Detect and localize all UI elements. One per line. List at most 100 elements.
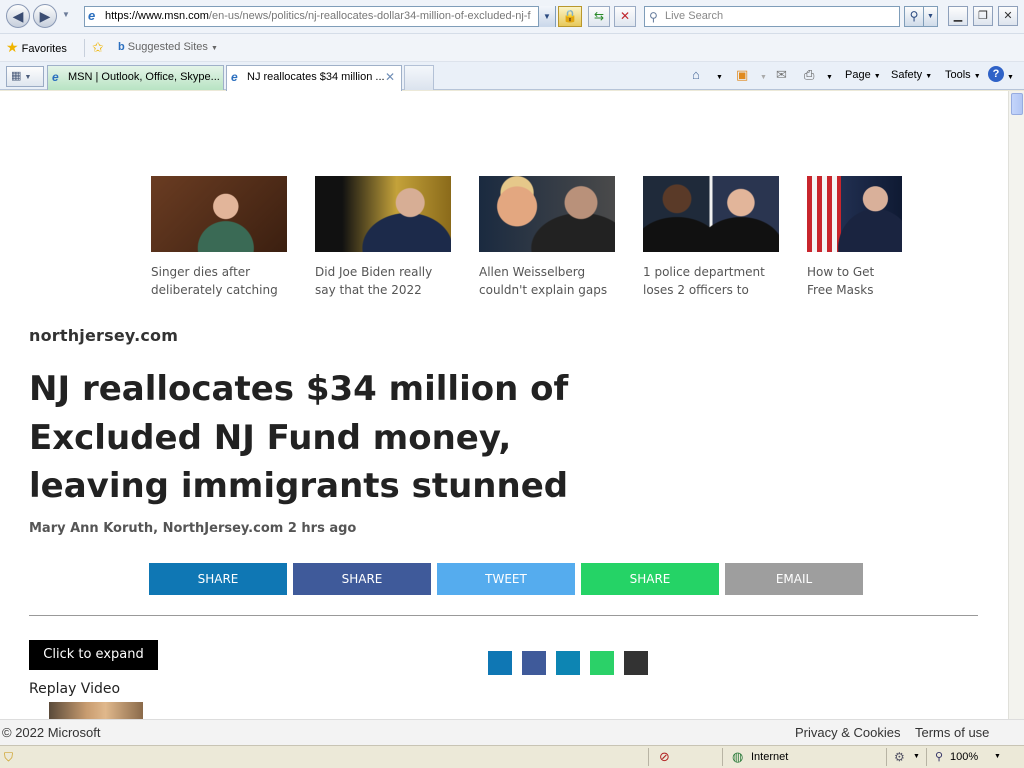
zoom-level[interactable]: 100% — [950, 746, 978, 768]
email-button[interactable]: EMAIL — [725, 563, 863, 595]
article-byline: Mary Ann Koruth, NorthJersey.com 2 hrs a… — [29, 521, 357, 536]
dropdown-icon: ▼ — [210, 45, 218, 52]
favorites-label: Favorites — [21, 43, 67, 55]
ie-tab-icon: e — [52, 70, 59, 84]
divider — [648, 748, 649, 766]
restore-button[interactable]: ❐ — [973, 6, 993, 26]
feeds-dropdown-icon[interactable]: ▼ — [760, 71, 767, 85]
share-square-facebook-icon[interactable] — [522, 651, 546, 675]
forward-button[interactable]: ▶ — [33, 4, 57, 28]
replay-video-link[interactable]: Replay Video — [29, 681, 120, 697]
scrollbar-thumb[interactable] — [1011, 93, 1023, 115]
status-bar: ⛉ ⊘ ◍ Internet ⚙ ▼ ⚲ 100% ▼ — [0, 745, 1024, 768]
copyright-text: © 2022 Microsoft — [2, 725, 101, 740]
trending-caption: Allen Weisselberg couldn't explain gaps — [479, 265, 608, 297]
quick-tabs-button[interactable]: ▦ ▼ — [6, 66, 44, 87]
zoom-dropdown-icon[interactable]: ▼ — [994, 746, 1001, 768]
trending-card[interactable]: Allen Weisselberg couldn't explain gaps — [479, 176, 615, 299]
help-dropdown-icon[interactable]: ▼ — [1007, 71, 1014, 85]
address-dropdown-button[interactable]: ▼ — [538, 6, 555, 27]
forward-arrow-icon: ▶ — [39, 8, 51, 24]
feeds-icon[interactable]: ▣ — [736, 67, 748, 83]
tab-msn[interactable]: e MSN | Outlook, Office, Skype... — [47, 65, 224, 90]
favorites-button[interactable]: ★ Favorites — [6, 40, 67, 56]
url-protocol: https://www. — [105, 10, 165, 22]
dropdown-icon: ▼ — [24, 74, 32, 81]
search-input[interactable]: ⚲ Live Search — [644, 6, 900, 27]
share-square-email-icon[interactable] — [624, 651, 648, 675]
security-lock-icon[interactable]: 🔒 — [558, 6, 582, 27]
ie-tab-icon: e — [231, 70, 238, 84]
dropdown-icon: ▼ — [925, 73, 933, 80]
privacy-link[interactable]: Privacy & Cookies — [795, 720, 900, 746]
page-menu[interactable]: Page ▼ — [845, 68, 881, 84]
address-bar[interactable]: e https://www.msn.com/en-us/news/politic… — [84, 6, 556, 27]
popup-blocked-icon[interactable]: ⊘ — [659, 746, 670, 768]
suggested-sites-button[interactable]: b Suggested Sites ▼ — [118, 40, 218, 56]
tools-menu[interactable]: Tools ▼ — [945, 68, 981, 84]
trending-card[interactable]: How to Get Free Masks From the — [807, 176, 902, 299]
print-icon[interactable]: ⎙ — [804, 67, 814, 83]
search-placeholder: Live Search — [665, 10, 724, 22]
refresh-button[interactable]: ⇆ — [588, 6, 610, 27]
safety-menu-label: Safety — [891, 69, 923, 81]
dropdown-icon: ▼ — [973, 73, 981, 80]
stop-icon: ✕ — [619, 9, 631, 23]
tab-article[interactable]: e NJ reallocates $34 million ... ✕ — [226, 65, 402, 91]
print-dropdown-icon[interactable]: ▼ — [826, 71, 833, 85]
share-square-whatsapp-icon[interactable] — [590, 651, 614, 675]
share-square-linkedin-icon[interactable] — [488, 651, 512, 675]
close-window-button[interactable]: ✕ — [998, 6, 1018, 26]
back-button[interactable]: ◀ — [6, 4, 30, 28]
source-logo[interactable]: northjersey.com — [29, 326, 178, 345]
tab-label: MSN | Outlook, Office, Skype... — [68, 71, 220, 83]
trending-card[interactable]: 1 police department loses 2 officers to — [643, 176, 779, 299]
add-to-favorites-icon: ✩ — [92, 39, 104, 55]
terms-link[interactable]: Terms of use — [915, 720, 989, 746]
divider — [926, 748, 927, 766]
trending-card[interactable]: Singer dies after deliberately catching — [151, 176, 287, 299]
minimize-button[interactable]: ▁ — [948, 6, 968, 26]
photo-man-with-mask — [807, 176, 902, 252]
safety-menu[interactable]: Safety ▼ — [891, 68, 932, 84]
page-content: Singer dies after deliberately catching … — [0, 91, 1008, 719]
click-to-expand-button[interactable]: Click to expand — [29, 640, 158, 670]
security-zone-label: Internet — [751, 751, 789, 763]
close-tab-icon[interactable]: ✕ — [385, 66, 395, 88]
search-options-dropdown[interactable]: ▼ — [924, 6, 938, 27]
trending-caption: Did Joe Biden really say that the 2022 — [315, 265, 433, 297]
protected-mode-icon[interactable]: ⚙ — [894, 746, 905, 768]
suggested-sites-label: Suggested Sites — [127, 41, 208, 53]
globe-icon: ◍ — [732, 749, 744, 764]
stop-button[interactable]: ✕ — [614, 6, 636, 27]
divider — [722, 748, 723, 766]
search-go-button[interactable]: ⚲ — [904, 6, 924, 27]
trending-caption: 1 police department loses 2 officers to — [643, 265, 765, 297]
divider — [886, 748, 887, 766]
vertical-scrollbar[interactable] — [1008, 91, 1024, 719]
help-icon[interactable]: ? — [988, 66, 1004, 82]
history-dropdown-icon[interactable]: ▼ — [62, 10, 70, 19]
tweet-button[interactable]: TWEET — [437, 563, 575, 595]
trending-card[interactable]: Did Joe Biden really say that the 2022 — [315, 176, 451, 299]
article-headline: NJ reallocates $34 million of Excluded N… — [29, 369, 569, 506]
tab-bar: ▦ ▼ e MSN | Outlook, Office, Skype... e … — [0, 62, 1024, 91]
search-icon: ⚲ — [649, 10, 658, 24]
share-facebook-button[interactable]: SHARE — [293, 563, 431, 595]
home-icon[interactable]: ⌂ — [692, 67, 700, 82]
tools-menu-label: Tools — [945, 69, 971, 81]
zoom-icon: ⚲ — [935, 751, 944, 763]
ie-page-icon: e — [88, 8, 96, 23]
dropdown-icon[interactable]: ▼ — [913, 746, 920, 768]
add-favorite-button[interactable]: ✩ — [92, 40, 104, 56]
security-shield-icon: ⛉ — [4, 750, 14, 764]
new-tab-button[interactable] — [404, 65, 434, 90]
share-linkedin-button[interactable]: SHARE — [149, 563, 287, 595]
home-dropdown-icon[interactable]: ▼ — [716, 71, 723, 85]
url-host: msn.com — [164, 10, 209, 22]
video-thumbnail[interactable] — [49, 702, 143, 719]
read-mail-icon[interactable]: ✉ — [776, 67, 787, 83]
favorites-bar: ★ Favorites ✩ b Suggested Sites ▼ — [0, 34, 1024, 62]
share-square-twitter-icon[interactable] — [556, 651, 580, 675]
share-whatsapp-button[interactable]: SHARE — [581, 563, 719, 595]
